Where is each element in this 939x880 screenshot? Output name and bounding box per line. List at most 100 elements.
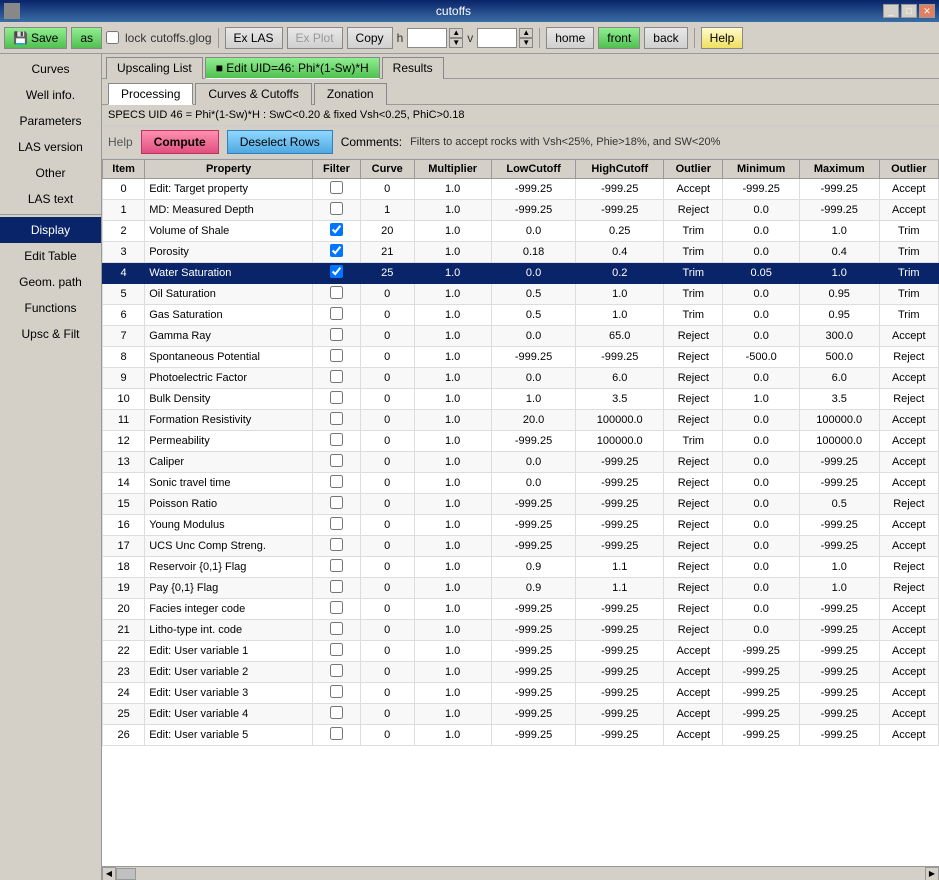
table-row[interactable]: 4Water Saturation251.00.00.2Trim0.051.0T… [103, 263, 939, 284]
sidebar-item-edit-table[interactable]: Edit Table [0, 243, 101, 269]
sidebar-item-curves[interactable]: Curves [0, 56, 101, 82]
filter-checkbox[interactable] [330, 370, 343, 383]
sidebar-item-geom-path[interactable]: Geom. path [0, 269, 101, 295]
scroll-track[interactable] [116, 868, 925, 880]
sub-tab-processing[interactable]: Processing [108, 83, 193, 105]
sidebar-item-las-text[interactable]: LAS text [0, 186, 101, 212]
table-row[interactable]: 16Young Modulus01.0-999.25-999.25Reject0… [103, 515, 939, 536]
v-up-arrow[interactable]: ▲ [519, 28, 533, 38]
front-button[interactable]: front [598, 27, 640, 49]
tab-upscaling-list[interactable]: Upscaling List [106, 57, 203, 79]
sidebar-divider [0, 214, 101, 215]
scroll-thumb[interactable] [116, 868, 136, 880]
sidebar-item-other[interactable]: Other [0, 160, 101, 186]
table-row[interactable]: 26Edit: User variable 501.0-999.25-999.2… [103, 725, 939, 746]
ex-las-button[interactable]: Ex LAS [225, 27, 283, 49]
filter-checkbox[interactable] [330, 496, 343, 509]
table-row[interactable]: 13Caliper01.00.0-999.25Reject0.0-999.25A… [103, 452, 939, 473]
filter-checkbox[interactable] [330, 202, 343, 215]
as-button[interactable]: as [71, 27, 102, 49]
table-row[interactable]: 5Oil Saturation01.00.51.0Trim0.00.95Trim [103, 284, 939, 305]
deselect-rows-button[interactable]: Deselect Rows [227, 130, 333, 154]
table-row[interactable]: 21Litho-type int. code01.0-999.25-999.25… [103, 620, 939, 641]
home-button[interactable]: home [546, 27, 594, 49]
filter-checkbox[interactable] [330, 307, 343, 320]
filter-checkbox[interactable] [330, 601, 343, 614]
scroll-right-button[interactable]: ▶ [925, 867, 939, 880]
back-button[interactable]: back [644, 27, 687, 49]
filter-checkbox[interactable] [330, 538, 343, 551]
sidebar-item-las-version[interactable]: LAS version [0, 134, 101, 160]
tab-edit-uid[interactable]: ■ Edit UID=46: Phi*(1-Sw)*H [205, 57, 380, 79]
filter-checkbox[interactable] [330, 685, 343, 698]
table-row[interactable]: 14Sonic travel time01.00.0-999.25Reject0… [103, 473, 939, 494]
sidebar-item-display[interactable]: Display [0, 217, 101, 243]
compute-button[interactable]: Compute [141, 130, 219, 154]
lock-checkbox[interactable] [106, 31, 119, 44]
table-row[interactable]: 9Photoelectric Factor01.00.06.0Reject0.0… [103, 368, 939, 389]
close-button[interactable]: ✕ [919, 4, 935, 18]
horizontal-scrollbar[interactable]: ◀ ▶ [102, 866, 939, 880]
table-row[interactable]: 6Gas Saturation01.00.51.0Trim0.00.95Trim [103, 305, 939, 326]
sidebar-item-functions[interactable]: Functions [0, 295, 101, 321]
table-row[interactable]: 20Facies integer code01.0-999.25-999.25R… [103, 599, 939, 620]
tab-results[interactable]: Results [382, 57, 444, 79]
filter-checkbox[interactable] [330, 559, 343, 572]
table-row[interactable]: 10Bulk Density01.01.03.5Reject1.03.5Reje… [103, 389, 939, 410]
table-row[interactable]: 3Porosity211.00.180.4Trim0.00.4Trim [103, 242, 939, 263]
copy-button[interactable]: Copy [347, 27, 393, 49]
sidebar-item-well-info[interactable]: Well info. [0, 82, 101, 108]
table-row[interactable]: 24Edit: User variable 301.0-999.25-999.2… [103, 683, 939, 704]
h-input[interactable]: 0.55 [407, 28, 447, 48]
filter-checkbox[interactable] [330, 475, 343, 488]
table-row[interactable]: 12Permeability01.0-999.25100000.0Trim0.0… [103, 431, 939, 452]
save-button[interactable]: 💾 Save [4, 27, 67, 49]
table-row[interactable]: 15Poisson Ratio01.0-999.25-999.25Reject0… [103, 494, 939, 515]
filter-checkbox[interactable] [330, 286, 343, 299]
table-row[interactable]: 8Spontaneous Potential01.0-999.25-999.25… [103, 347, 939, 368]
specs-bar: SPECS UID 46 = Phi*(1-Sw)*H : SwC<0.20 &… [102, 105, 939, 126]
filter-checkbox[interactable] [330, 706, 343, 719]
table-row[interactable]: 11Formation Resistivity01.020.0100000.0R… [103, 410, 939, 431]
filter-checkbox[interactable] [330, 664, 343, 677]
table-row[interactable]: 1MD: Measured Depth11.0-999.25-999.25Rej… [103, 200, 939, 221]
filter-checkbox[interactable] [330, 622, 343, 635]
table-row[interactable]: 19Pay {0,1} Flag01.00.91.1Reject0.01.0Re… [103, 578, 939, 599]
ex-plot-button[interactable]: Ex Plot [287, 27, 343, 49]
scroll-left-button[interactable]: ◀ [102, 867, 116, 880]
filter-checkbox[interactable] [330, 412, 343, 425]
sidebar-item-upsc-filt[interactable]: Upsc & Filt [0, 321, 101, 347]
table-row[interactable]: 18Reservoir {0,1} Flag01.00.91.1Reject0.… [103, 557, 939, 578]
h-down-arrow[interactable]: ▼ [449, 38, 463, 48]
filter-checkbox[interactable] [330, 223, 343, 236]
sub-tab-zonation[interactable]: Zonation [314, 83, 387, 105]
table-row[interactable]: 2Volume of Shale201.00.00.25Trim0.01.0Tr… [103, 221, 939, 242]
table-row[interactable]: 25Edit: User variable 401.0-999.25-999.2… [103, 704, 939, 725]
filter-checkbox[interactable] [330, 727, 343, 740]
v-input[interactable]: 7 [477, 28, 517, 48]
table-row[interactable]: 22Edit: User variable 101.0-999.25-999.2… [103, 641, 939, 662]
table-row[interactable]: 17UCS Unc Comp Streng.01.0-999.25-999.25… [103, 536, 939, 557]
table-row[interactable]: 23Edit: User variable 201.0-999.25-999.2… [103, 662, 939, 683]
sidebar-item-parameters[interactable]: Parameters [0, 108, 101, 134]
filter-checkbox[interactable] [330, 391, 343, 404]
filter-checkbox[interactable] [330, 643, 343, 656]
sub-tab-curves-cutoffs[interactable]: Curves & Cutoffs [195, 83, 311, 105]
table-row[interactable]: 7Gamma Ray01.00.065.0Reject0.0300.0Accep… [103, 326, 939, 347]
filter-checkbox[interactable] [330, 328, 343, 341]
v-down-arrow[interactable]: ▼ [519, 38, 533, 48]
filter-checkbox[interactable] [330, 349, 343, 362]
filter-checkbox[interactable] [330, 181, 343, 194]
filter-checkbox[interactable] [330, 244, 343, 257]
filter-checkbox[interactable] [330, 580, 343, 593]
h-up-arrow[interactable]: ▲ [449, 28, 463, 38]
table-row[interactable]: 0Edit: Target property01.0-999.25-999.25… [103, 179, 939, 200]
help-button[interactable]: Help [701, 27, 744, 49]
filter-checkbox[interactable] [330, 265, 343, 278]
sidebar: Curves Well info. Parameters LAS version… [0, 54, 102, 880]
filter-checkbox[interactable] [330, 517, 343, 530]
filter-checkbox[interactable] [330, 454, 343, 467]
minimize-button[interactable]: _ [883, 4, 899, 18]
filter-checkbox[interactable] [330, 433, 343, 446]
maximize-button[interactable]: □ [901, 4, 917, 18]
